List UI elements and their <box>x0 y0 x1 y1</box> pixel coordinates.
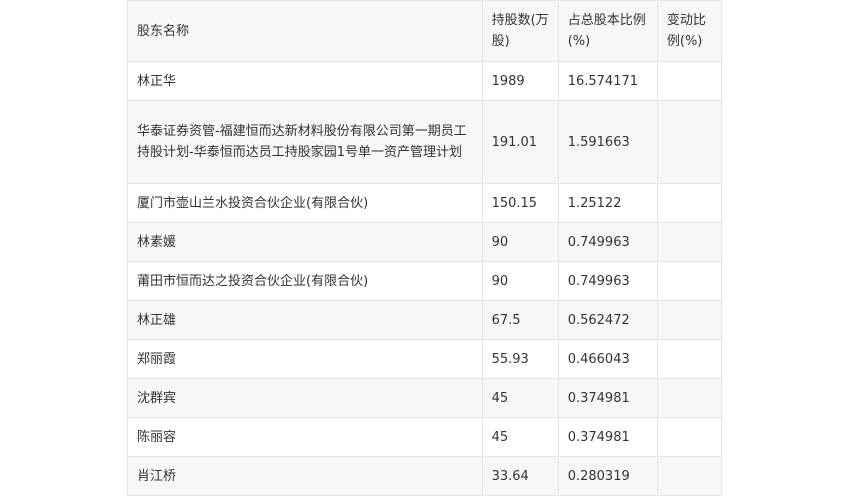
cell-share-ratio: 0.749963 <box>557 222 658 262</box>
cell-share-ratio: 16.574171 <box>557 61 658 101</box>
cell-share-ratio: 0.749963 <box>557 261 658 301</box>
cell-shares-held: 67.5 <box>481 300 559 340</box>
cell-shares-held: 45 <box>481 378 559 418</box>
table-row: 华泰证券资管-福建恒而达新材料股份有限公司第一期员工持股计划-华泰恒而达员工持股… <box>127 100 723 184</box>
table-row: 莆田市恒而达之投资合伙企业(有限合伙) 90 0.749963 <box>127 261 723 301</box>
cell-change-ratio <box>656 61 723 101</box>
cell-shares-held: 1989 <box>481 61 559 101</box>
header-share-ratio: 占总股本比例(%) <box>557 0 658 62</box>
cell-share-ratio: 0.466043 <box>557 339 658 379</box>
cell-shareholder-name: 林正雄 <box>127 300 483 340</box>
cell-shareholder-name: 林素媛 <box>127 222 483 262</box>
cell-shares-held: 191.01 <box>481 100 559 184</box>
table-row: 林素媛 90 0.749963 <box>127 222 723 262</box>
cell-shares-held: 90 <box>481 261 559 301</box>
table-row: 陈丽容 45 0.374981 <box>127 417 723 457</box>
table-row: 厦门市壶山兰水投资合伙企业(有限合伙) 150.15 1.25122 <box>127 183 723 223</box>
cell-shareholder-name: 肖江桥 <box>127 456 483 496</box>
cell-shareholder-name: 林正华 <box>127 61 483 101</box>
header-shares-held: 持股数(万股) <box>481 0 559 62</box>
cell-share-ratio: 1.591663 <box>557 100 658 184</box>
cell-change-ratio <box>656 417 723 457</box>
cell-share-ratio: 0.374981 <box>557 417 658 457</box>
cell-share-ratio: 1.25122 <box>557 183 658 223</box>
cell-shares-held: 33.64 <box>481 456 559 496</box>
table-row: 沈群宾 45 0.374981 <box>127 378 723 418</box>
cell-change-ratio <box>656 183 723 223</box>
cell-shareholder-name: 厦门市壶山兰水投资合伙企业(有限合伙) <box>127 183 483 223</box>
cell-share-ratio: 0.374981 <box>557 378 658 418</box>
cell-change-ratio <box>656 456 723 496</box>
cell-shareholder-name: 郑丽霞 <box>127 339 483 379</box>
table-header-row: 股东名称 持股数(万股) 占总股本比例(%) 变动比例(%) <box>127 0 723 62</box>
cell-change-ratio <box>656 378 723 418</box>
table-row: 林正华 1989 16.574171 <box>127 61 723 101</box>
cell-shares-held: 90 <box>481 222 559 262</box>
cell-shares-held: 150.15 <box>481 183 559 223</box>
header-change-ratio: 变动比例(%) <box>656 0 723 62</box>
cell-shares-held: 55.93 <box>481 339 559 379</box>
shareholders-table: 股东名称 持股数(万股) 占总股本比例(%) 变动比例(%) 林正华 1989 … <box>127 0 723 496</box>
table-row: 肖江桥 33.64 0.280319 <box>127 456 723 496</box>
cell-shareholder-name: 陈丽容 <box>127 417 483 457</box>
table-row: 林正雄 67.5 0.562472 <box>127 300 723 340</box>
table-row: 郑丽霞 55.93 0.466043 <box>127 339 723 379</box>
cell-shareholder-name: 莆田市恒而达之投资合伙企业(有限合伙) <box>127 261 483 301</box>
cell-change-ratio <box>656 100 723 184</box>
cell-change-ratio <box>656 300 723 340</box>
cell-share-ratio: 0.280319 <box>557 456 658 496</box>
cell-share-ratio: 0.562472 <box>557 300 658 340</box>
cell-shareholder-name: 华泰证券资管-福建恒而达新材料股份有限公司第一期员工持股计划-华泰恒而达员工持股… <box>127 100 483 184</box>
cell-change-ratio <box>656 339 723 379</box>
header-shareholder-name: 股东名称 <box>127 0 483 62</box>
cell-shares-held: 45 <box>481 417 559 457</box>
cell-change-ratio <box>656 261 723 301</box>
cell-shareholder-name: 沈群宾 <box>127 378 483 418</box>
cell-change-ratio <box>656 222 723 262</box>
